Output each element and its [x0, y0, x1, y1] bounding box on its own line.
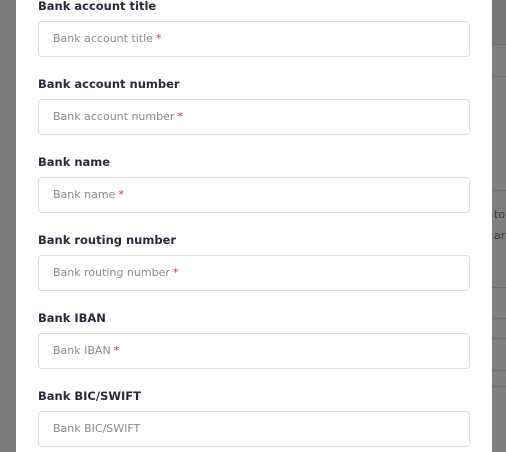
background-page-left — [0, 0, 16, 452]
field-bank-account-number: Bank account number Bank account number * — [38, 76, 470, 135]
background-text: to — [494, 208, 506, 221]
input-placeholder: Bank account number * — [53, 110, 183, 123]
field-bank-bic-swift: Bank BIC/SWIFT Bank BIC/SWIFT — [38, 388, 470, 447]
background-divider — [492, 287, 506, 288]
required-asterisk: * — [118, 188, 124, 201]
field-label: Bank BIC/SWIFT — [38, 389, 141, 403]
background-divider — [492, 386, 506, 387]
bank-iban-input[interactable]: Bank IBAN * — [38, 333, 470, 369]
bank-details-modal: Bank account title Bank account title * B… — [16, 0, 492, 452]
field-label: Bank name — [38, 155, 111, 169]
field-label: Bank IBAN — [38, 311, 106, 325]
bank-bic-swift-input[interactable]: Bank BIC/SWIFT — [38, 411, 470, 447]
input-placeholder: Bank IBAN * — [53, 344, 120, 357]
required-asterisk: * — [113, 344, 120, 357]
input-placeholder: Bank account title * — [53, 32, 162, 45]
bank-name-input[interactable]: Bank name * — [38, 177, 470, 213]
background-text: ar a — [494, 229, 506, 242]
field-label: Bank account number — [38, 77, 180, 91]
bank-account-number-input[interactable]: Bank account number * — [38, 99, 470, 135]
required-asterisk: * — [172, 266, 179, 279]
field-bank-name: Bank name Bank name * — [38, 154, 470, 213]
field-bank-routing-number: Bank routing number Bank routing number * — [38, 232, 470, 291]
background-divider — [492, 370, 506, 371]
bank-routing-number-input[interactable]: Bank routing number * — [38, 255, 470, 291]
background-divider — [492, 44, 506, 45]
required-asterisk: * — [155, 32, 162, 45]
background-divider — [492, 318, 506, 319]
background-block — [492, 0, 506, 44]
background-divider — [492, 76, 506, 77]
background-divider — [492, 190, 506, 191]
field-bank-account-title: Bank account title Bank account title * — [38, 0, 470, 57]
field-bank-iban: Bank IBAN Bank IBAN * — [38, 310, 470, 369]
field-label: Bank routing number — [38, 233, 177, 247]
bank-account-title-input[interactable]: Bank account title * — [38, 21, 470, 57]
input-placeholder: Bank name * — [53, 188, 124, 201]
input-placeholder: Bank BIC/SWIFT — [53, 422, 141, 435]
background-page-right: to ar a — [492, 0, 506, 452]
field-label: Bank account title — [38, 0, 157, 13]
background-divider — [492, 338, 506, 339]
input-placeholder: Bank routing number * — [53, 266, 179, 279]
required-asterisk: * — [177, 110, 183, 123]
